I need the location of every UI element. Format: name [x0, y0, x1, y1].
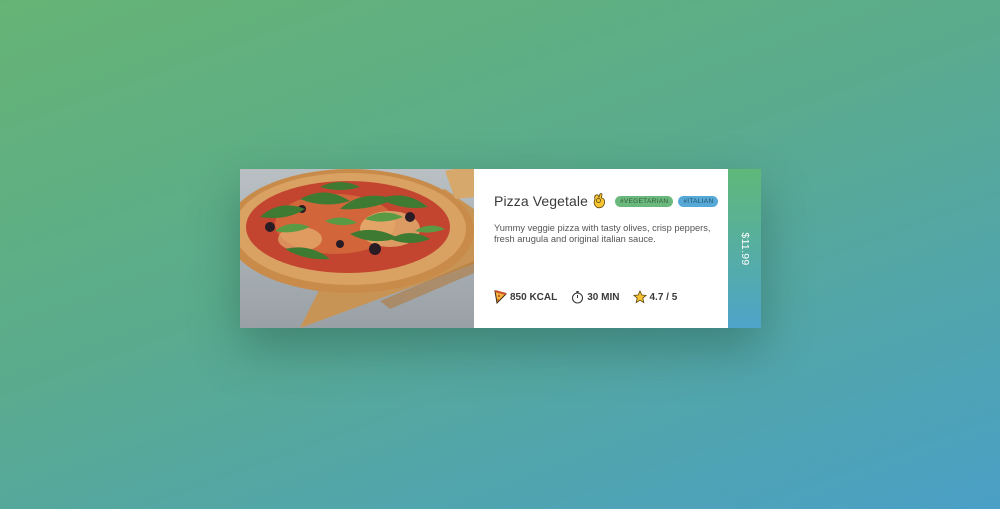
stat-time: 30 MIN: [571, 290, 619, 304]
recipe-card: Pizza Vegetale #VEGETARIAN #ITALIAN Yumm…: [240, 169, 761, 328]
pizza-slice-icon: [494, 290, 507, 305]
recipe-description: Yummy veggie pizza with tasty olives, cr…: [494, 223, 711, 244]
pizza-photo: [240, 169, 474, 328]
tag-italian[interactable]: #ITALIAN: [678, 196, 719, 207]
card-content: Pizza Vegetale #VEGETARIAN #ITALIAN Yumm…: [474, 169, 728, 328]
star-icon: [633, 290, 648, 304]
tag-vegetarian[interactable]: #VEGETARIAN: [615, 196, 674, 207]
stats-row: 850 KCAL 30 MIN 4.7 / 5: [494, 290, 691, 305]
recipe-title: Pizza Vegetale: [494, 193, 589, 209]
stat-calories: 850 KCAL: [494, 290, 558, 305]
rating-value: 4.7 / 5: [649, 291, 678, 303]
calories-value: 850 KCAL: [510, 291, 558, 303]
price-button[interactable]: $11.99: [728, 169, 761, 328]
time-value: 30 MIN: [587, 291, 620, 303]
price-label: $11.99: [738, 232, 751, 266]
timer-icon: [571, 290, 584, 304]
ok-hand-icon: [592, 193, 606, 209]
tag-list: #VEGETARIAN #ITALIAN: [615, 196, 719, 207]
title-row: Pizza Vegetale: [494, 193, 606, 209]
stat-rating: 4.7 / 5: [633, 290, 677, 304]
